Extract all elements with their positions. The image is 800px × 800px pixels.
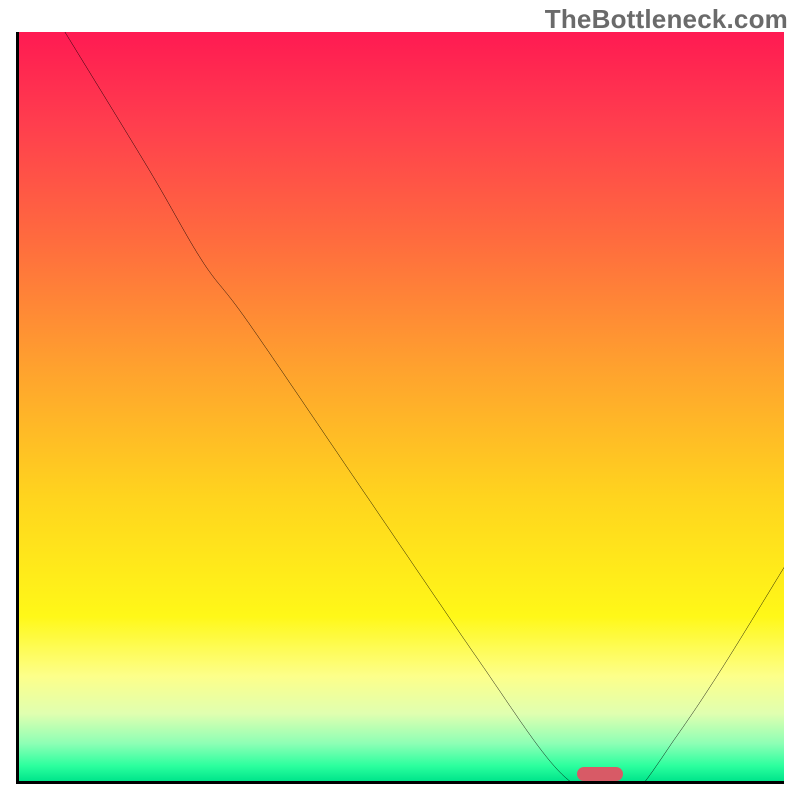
plot-area bbox=[16, 32, 784, 784]
bottleneck-chart: TheBottleneck.com bbox=[0, 0, 800, 800]
optimal-range-marker bbox=[577, 767, 623, 781]
bottleneck-curve bbox=[19, 32, 784, 784]
watermark-text: TheBottleneck.com bbox=[545, 4, 788, 35]
